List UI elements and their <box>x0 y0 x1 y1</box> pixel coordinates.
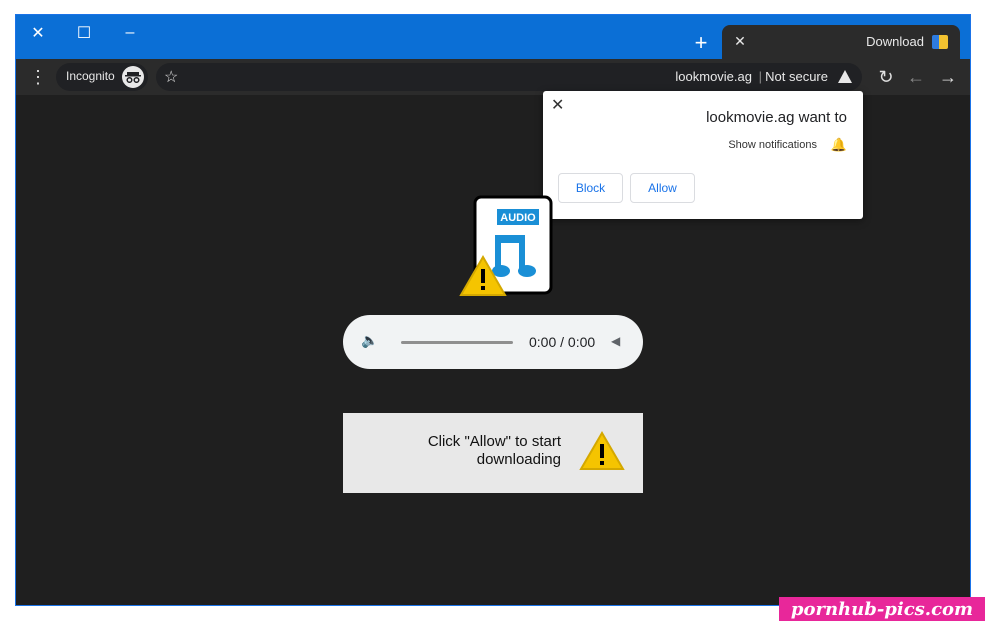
favicon-icon <box>932 35 948 49</box>
audio-badge: AUDIO <box>500 212 536 224</box>
play-icon[interactable]: ◀ <box>611 334 620 348</box>
maximize-icon: ☐ <box>76 25 92 42</box>
close-icon: ✕ <box>734 32 746 49</box>
volume-icon[interactable]: 🔈 <box>361 332 378 349</box>
back-button[interactable]: → <box>934 63 962 91</box>
audio-time: 0:00 / 0:00 <box>529 334 596 350</box>
permission-label: Show notifications <box>728 139 817 151</box>
popup-close-button[interactable]: ✕ <box>551 95 564 115</box>
star-icon[interactable]: ☆ <box>164 67 178 87</box>
reload-button[interactable]: ↻ <box>872 63 900 91</box>
incognito-indicator[interactable]: Incognito <box>56 63 148 91</box>
not-secure-label: Not secure <box>765 69 828 84</box>
forward-arrow-icon: ← <box>907 66 925 87</box>
plus-icon: + <box>694 30 708 55</box>
close-window-button[interactable]: ✕ <box>16 19 60 47</box>
tab-title: Download <box>866 34 924 49</box>
warning-icon[interactable] <box>838 70 852 83</box>
minimize-icon: – <box>125 24 135 41</box>
tab-download[interactable]: ✕ Download <box>722 25 960 59</box>
menu-button[interactable]: ⋮ <box>24 63 52 91</box>
bell-icon: 🔔 <box>830 137 847 152</box>
title-bar: ✕ ☐ – + ✕ Download <box>16 15 970 59</box>
close-icon: ✕ <box>551 97 565 114</box>
audio-progress-track[interactable] <box>401 341 513 344</box>
new-tab-button[interactable]: + <box>688 30 714 56</box>
incognito-label: Incognito <box>66 69 115 83</box>
maximize-window-button[interactable]: ☐ <box>62 19 106 47</box>
menu-dots-icon: ⋮ <box>29 66 47 87</box>
browser-window: ✕ ☐ – + ✕ Download ⋮ Incognito ☆ lookmov… <box>15 14 971 606</box>
download-message-box: Click "Allow" to start downloading <box>343 413 643 493</box>
forward-button[interactable]: ← <box>902 63 930 91</box>
warning-icon <box>579 431 625 470</box>
tab-close-button[interactable]: ✕ <box>730 31 750 51</box>
watermark: pornhub-pics.com <box>779 597 985 621</box>
url-separator: | <box>758 69 762 84</box>
incognito-icon <box>122 66 144 88</box>
download-message: Click "Allow" to start downloading <box>427 433 561 468</box>
url-text: lookmovie.ag <box>675 69 752 84</box>
popup-title: lookmovie.ag want to <box>706 109 847 126</box>
audio-file-icon: AUDIO <box>459 195 555 299</box>
notification-permission-popup: ✕ lookmovie.ag want to 🔔 Show notificati… <box>543 91 863 219</box>
block-button[interactable]: Block <box>558 173 623 203</box>
toolbar: ⋮ Incognito ☆ lookmovie.ag | Not secure … <box>16 59 970 95</box>
back-arrow-icon: → <box>939 66 957 87</box>
reload-icon: ↻ <box>878 66 894 87</box>
block-button-label: Block <box>575 181 606 195</box>
allow-button-label: Allow <box>648 181 677 195</box>
minimize-window-button[interactable]: – <box>108 19 152 47</box>
close-icon: ✕ <box>31 25 45 42</box>
audio-player[interactable]: 🔈 0:00 / 0:00 ◀ <box>343 315 643 369</box>
address-bar[interactable]: ☆ lookmovie.ag | Not secure <box>156 63 862 91</box>
allow-button[interactable]: Allow <box>630 173 695 203</box>
